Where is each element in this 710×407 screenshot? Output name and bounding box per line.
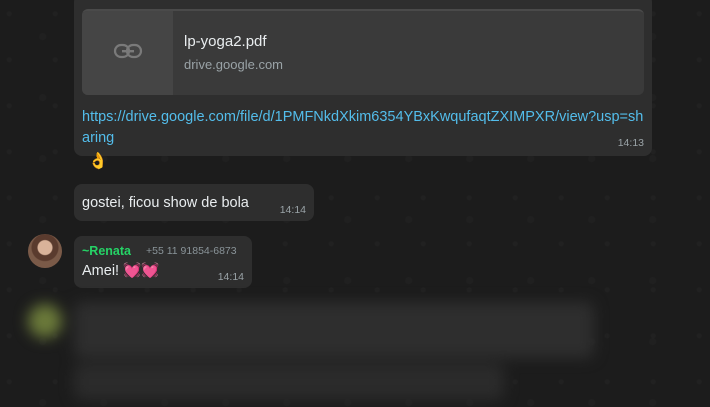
link-icon <box>113 42 143 65</box>
message-text: gostei, ficou show de bola <box>82 195 249 211</box>
sender-name[interactable]: ~Renata <box>82 244 131 258</box>
renata-message-bubble[interactable]: ~Renata +55 11 91854-6873 Amei! 💓💓 14:14 <box>74 236 252 288</box>
sender-phone: +55 11 91854-6873 <box>146 245 237 257</box>
link-preview-domain: drive.google.com <box>184 57 283 72</box>
link-preview-card[interactable]: lp-yoga2.pdf drive.google.com <box>82 9 644 95</box>
blurred-avatar <box>28 304 62 338</box>
message-time: 14:14 <box>217 271 244 283</box>
chat-panel: lp-yoga2.pdf drive.google.com https://dr… <box>0 0 710 407</box>
blurred-message-bubble <box>74 364 504 400</box>
link-preview-title: lp-yoga2.pdf <box>184 33 267 50</box>
message-reaction[interactable]: 👌 <box>88 152 108 172</box>
link-message-bubble[interactable]: lp-yoga2.pdf drive.google.com https://dr… <box>74 0 652 156</box>
avatar[interactable] <box>28 234 62 268</box>
message-time: 14:13 <box>617 137 644 149</box>
message-time: 14:14 <box>279 204 306 216</box>
message-link[interactable]: https://drive.google.com/file/d/1PMFNkdX… <box>82 107 648 149</box>
blurred-messages <box>0 292 710 407</box>
message-text: Amei! 💓💓 <box>82 263 160 279</box>
blurred-message-bubble <box>74 302 594 358</box>
link-preview-thumbnail <box>82 11 173 95</box>
reply-message-bubble[interactable]: gostei, ficou show de bola 14:14 <box>74 184 314 221</box>
